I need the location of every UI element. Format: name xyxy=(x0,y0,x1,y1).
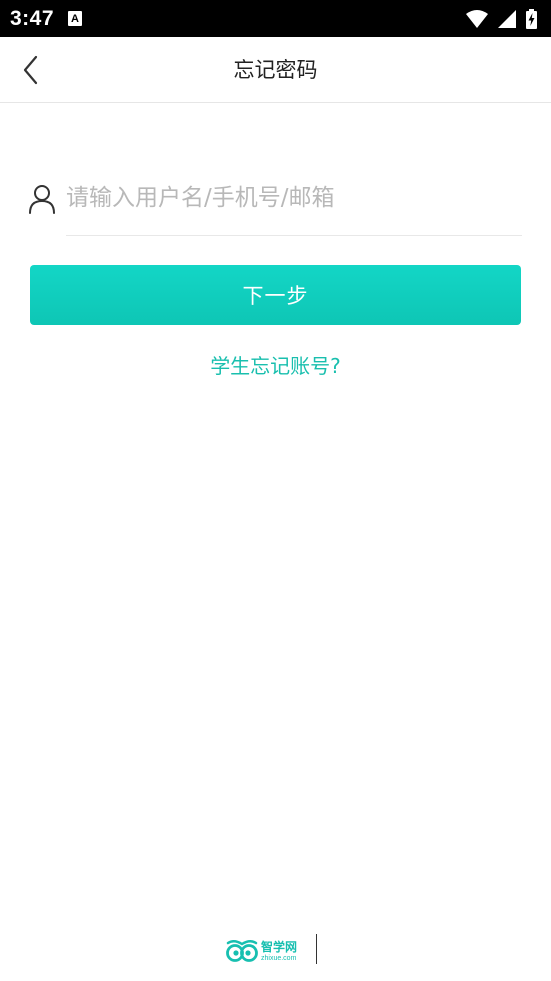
student-forgot-account-link[interactable]: 学生忘记账号? xyxy=(0,350,551,379)
logo-name: 智学网 xyxy=(261,939,298,954)
signal-icon xyxy=(498,9,516,28)
status-time: 3:47 xyxy=(10,6,55,30)
page-title: 忘记密码 xyxy=(233,58,318,82)
wifi-icon xyxy=(466,9,488,28)
app-bar: 忘记密码 xyxy=(0,37,551,103)
status-left: 3:47 A xyxy=(10,6,83,31)
a-icon: A xyxy=(68,11,83,26)
status-right xyxy=(466,8,537,29)
forgot-password-screen: 3:47 A 忘记密码 请输入用户名/手机号/邮箱 下一步 学生忘记账号? 智学… xyxy=(0,0,551,981)
account-input-row xyxy=(26,168,522,236)
owl-logo-icon xyxy=(226,940,258,962)
footer-divider xyxy=(316,934,317,964)
user-icon xyxy=(29,185,55,214)
battery-charging-icon xyxy=(526,8,537,29)
account-input[interactable] xyxy=(66,168,522,228)
next-step-button[interactable]: 下一步 xyxy=(30,265,521,325)
footer-logo: 智学网 zhixue.com xyxy=(226,935,297,967)
logo-domain: zhixue.com xyxy=(261,954,297,962)
logo-text: 智学网 zhixue.com xyxy=(261,940,297,963)
status-bar: 3:47 A xyxy=(0,0,551,37)
input-underline xyxy=(66,235,522,236)
